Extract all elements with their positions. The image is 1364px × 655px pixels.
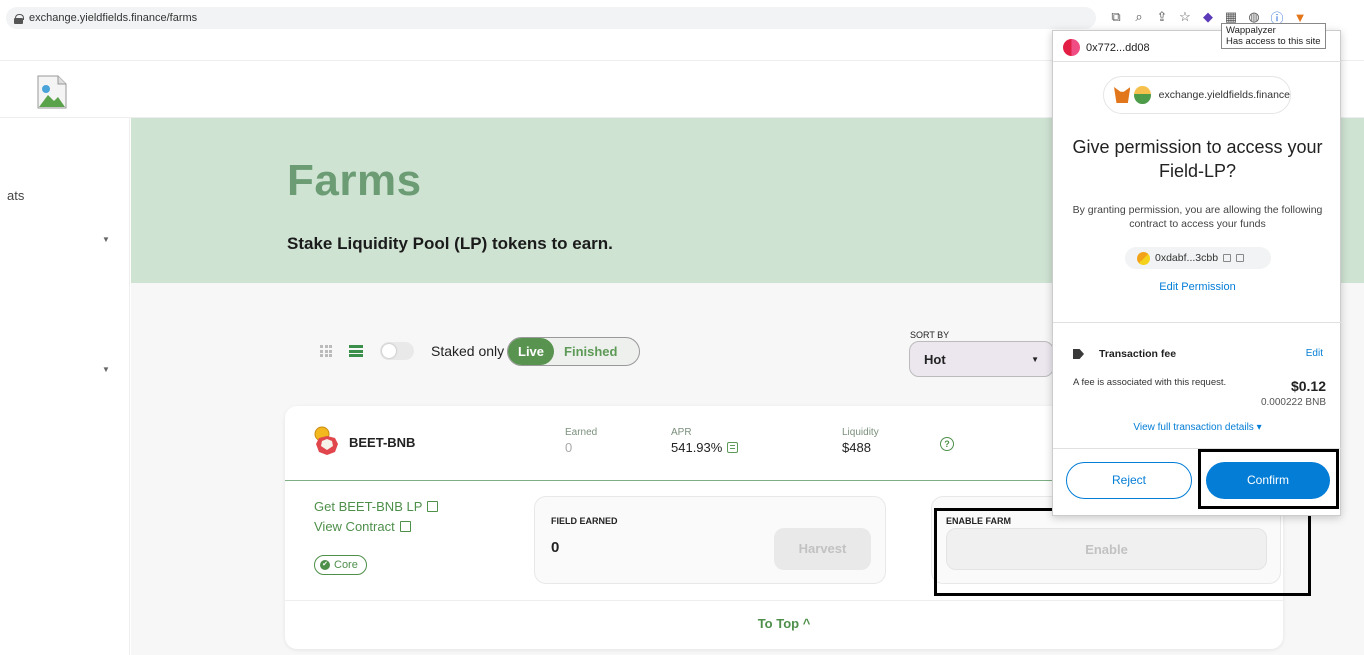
zoom-icon[interactable]: ⌕	[1131, 9, 1147, 25]
wappalyzer-extension-icon[interactable]: ◆	[1200, 9, 1216, 25]
core-badge-label: Core	[334, 559, 358, 571]
external-link-icon	[427, 501, 439, 512]
sort-by-label: SORT BY	[910, 330, 950, 340]
tag-icon	[1073, 349, 1084, 359]
earned-label: Earned	[565, 427, 598, 438]
caret-down-icon: ▾	[1256, 422, 1262, 433]
external-link-icon	[399, 521, 411, 532]
pair-name: BEET-BNB	[349, 435, 416, 450]
contract-address: 0xdabf...3cbb	[1155, 252, 1219, 264]
copy-icon[interactable]	[1223, 254, 1232, 262]
list-view-icon[interactable]	[349, 345, 363, 357]
field-earned-value: 0	[551, 539, 560, 556]
share-icon[interactable]: ⇪	[1154, 9, 1170, 25]
harvest-button[interactable]: Harvest	[774, 528, 871, 570]
sort-select[interactable]: Hot ▼	[909, 341, 1054, 377]
fee-bnb: 0.000222 BNB	[1260, 397, 1326, 408]
account-address: 0x772...dd08	[1086, 41, 1150, 54]
check-icon: ✔	[320, 560, 330, 570]
site-favicon-icon	[1134, 86, 1151, 104]
metamask-fox-icon	[1114, 87, 1131, 103]
apr-value: 541.93%	[671, 440, 723, 455]
calculator-icon[interactable]	[727, 442, 739, 453]
view-full-details-link[interactable]: View full transaction details ▾	[1067, 422, 1328, 433]
token-pair-icon	[314, 426, 338, 455]
live-tab[interactable]: Live	[508, 338, 555, 365]
sidebar-item-label[interactable]: ats	[7, 188, 24, 203]
lock-icon	[14, 13, 24, 24]
liquidity-value: $488	[842, 440, 871, 455]
external-link-icon[interactable]	[1236, 254, 1245, 262]
broken-logo-image-icon	[37, 75, 67, 109]
live-finished-switch: Live Finished	[507, 337, 640, 366]
sort-value: Hot	[924, 352, 946, 367]
fee-amount: $0.12	[1290, 378, 1326, 394]
extension-tooltip: Wappalyzer Has access to this site	[1221, 23, 1326, 49]
highlight-box-confirm	[1198, 449, 1339, 509]
permission-description: By granting permission, you are allowing…	[1072, 204, 1323, 230]
contract-address-pill: 0xdabf...3cbb	[1125, 247, 1271, 269]
bookmark-star-icon[interactable]: ☆	[1177, 9, 1193, 25]
site-origin-pill: exchange.yieldfields.finance	[1103, 76, 1291, 114]
view-contract-link[interactable]: View Contract	[314, 519, 411, 534]
metamask-popup: 0x772...dd08 exchange.yieldfields.financ…	[1052, 30, 1342, 516]
page-title: Farms	[287, 156, 422, 205]
view-contract-label: View Contract	[314, 519, 395, 534]
staked-only-toggle[interactable]	[380, 342, 414, 360]
finished-tab[interactable]: Finished	[554, 344, 617, 359]
fee-description: A fee is associated with this request.	[1073, 377, 1227, 388]
staked-only-label: Staked only	[431, 343, 505, 359]
get-lp-label: Get BEET-BNB LP	[314, 499, 423, 514]
apr-label: APR	[671, 427, 692, 438]
core-badge: ✔ Core	[314, 555, 367, 575]
permission-title: Give permission to access your Field-LP?	[1072, 137, 1323, 181]
liquidity-label: Liquidity	[842, 427, 879, 438]
tooltip-title: Wappalyzer	[1226, 25, 1276, 36]
highlight-box-enable	[934, 508, 1311, 596]
translate-icon[interactable]: ⧉	[1108, 9, 1124, 25]
chevron-down-icon[interactable]: ▼	[102, 365, 110, 374]
sidebar: ats ▼ ▼	[0, 118, 130, 655]
help-icon[interactable]: ?	[940, 437, 954, 451]
divider	[1053, 61, 1342, 62]
get-lp-link[interactable]: Get BEET-BNB LP	[314, 499, 439, 514]
view-full-details-label: View full transaction details	[1133, 422, 1254, 433]
to-top-button[interactable]: To Top ^	[285, 600, 1283, 649]
transaction-fee-title: Transaction fee	[1099, 348, 1177, 360]
edit-permission-link[interactable]: Edit Permission	[1067, 281, 1328, 293]
earned-value: 0	[565, 440, 573, 455]
page-subtitle: Stake Liquidity Pool (LP) tokens to earn…	[287, 234, 613, 253]
field-earned-panel: FIELD EARNED 0 Harvest	[534, 496, 886, 584]
site-origin: exchange.yieldfields.finance	[1158, 89, 1290, 101]
grid-view-icon[interactable]	[320, 345, 332, 357]
transaction-fee-row: Transaction fee Edit	[1073, 348, 1323, 362]
url-text: exchange.yieldfields.finance/farms	[29, 12, 198, 24]
chevron-down-icon: ▼	[1031, 355, 1039, 364]
divider	[1053, 322, 1342, 323]
tooltip-text: Has access to this site	[1226, 36, 1321, 47]
apr-value-wrap: 541.93%	[671, 440, 739, 455]
chevron-down-icon[interactable]: ▼	[102, 235, 110, 244]
contract-avatar	[1137, 251, 1150, 265]
account-avatar	[1063, 39, 1080, 56]
field-earned-label: FIELD EARNED	[551, 516, 618, 526]
account-selector[interactable]: 0x772...dd08	[1063, 39, 1150, 56]
address-bar[interactable]: exchange.yieldfields.finance/farms	[6, 7, 1096, 29]
fee-edit-link[interactable]: Edit	[1306, 348, 1323, 359]
reject-button[interactable]: Reject	[1066, 462, 1192, 499]
